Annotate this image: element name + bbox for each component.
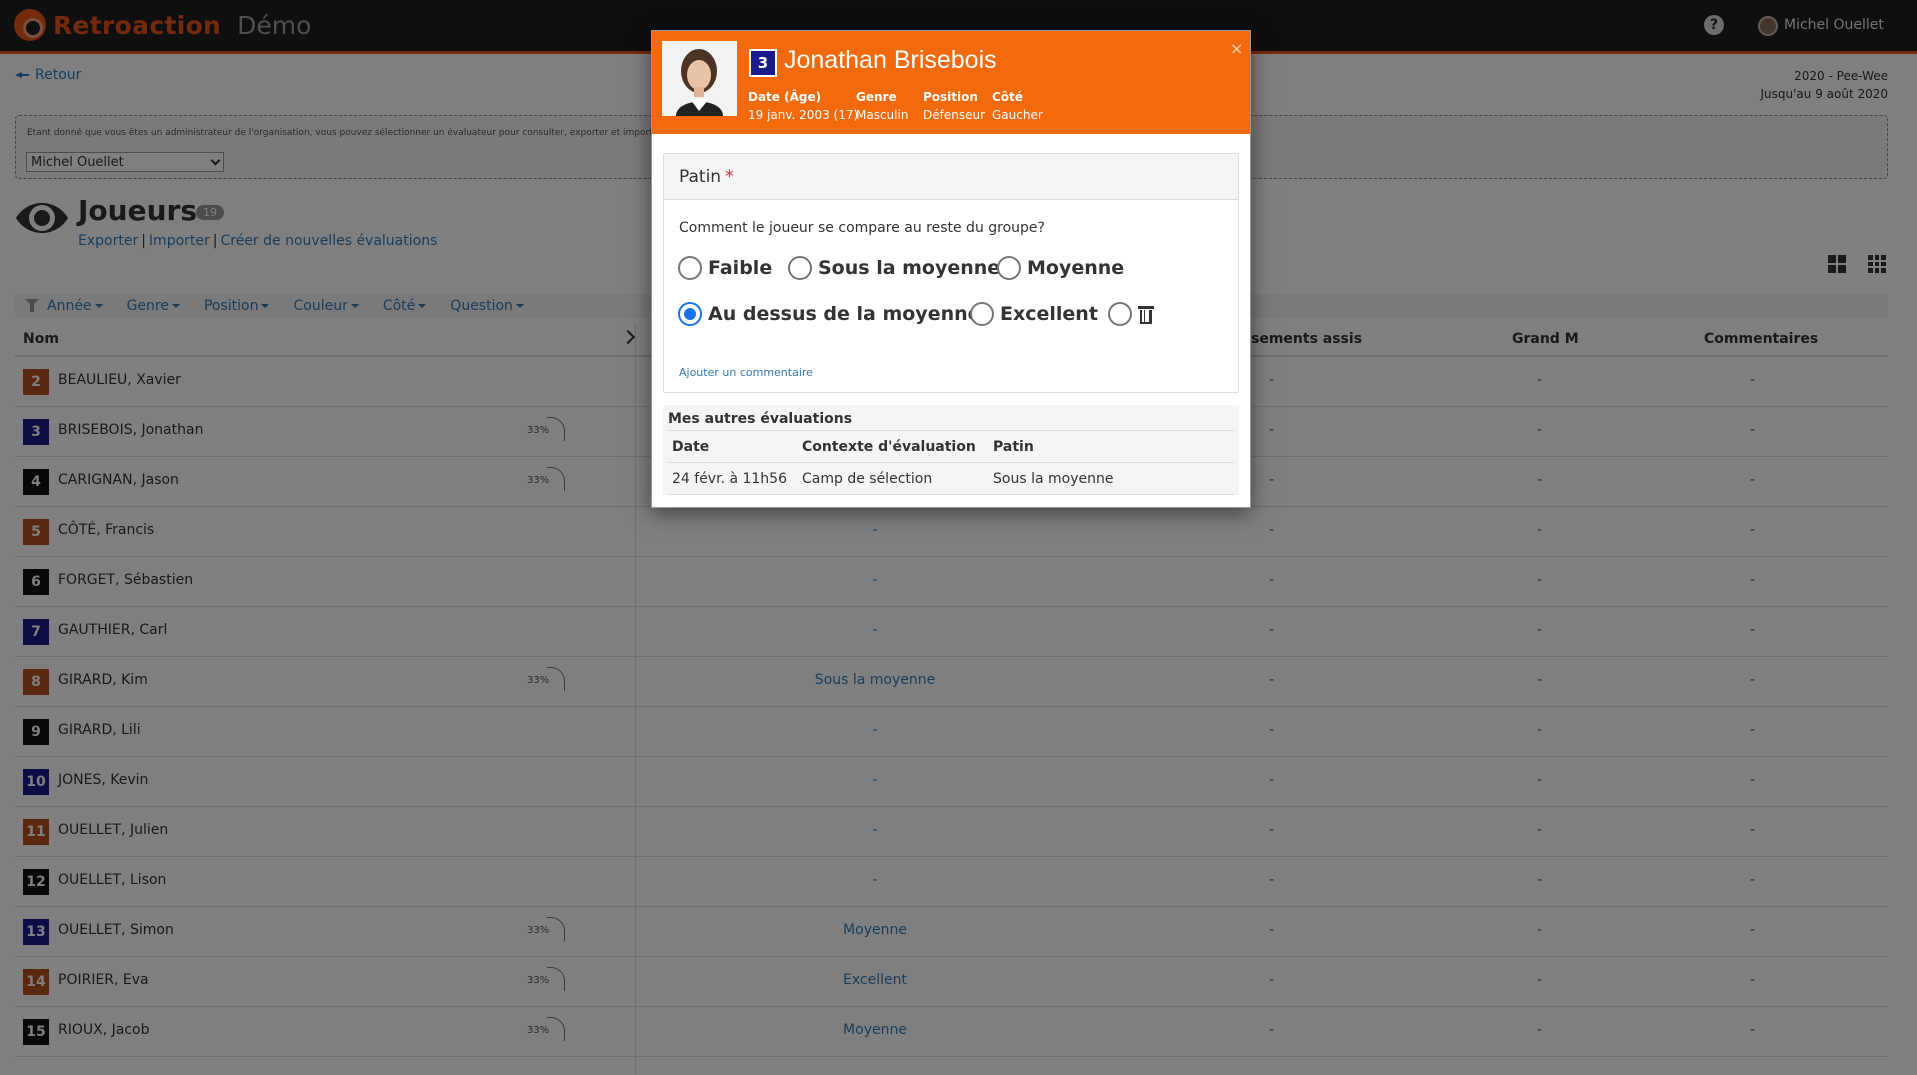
player-evaluation-modal: × 3 Jonathan Brisebois Date (Âge) 19 janv… xyxy=(651,30,1251,508)
option-excellent[interactable]: Excellent xyxy=(970,302,1098,326)
option-moyenne[interactable]: Moyenne xyxy=(997,256,1124,280)
option-au-dessus[interactable]: Au dessus de la moyenne xyxy=(678,302,981,326)
required-mark: * xyxy=(725,167,734,187)
player-photo xyxy=(662,41,737,116)
radio-au-dessus[interactable] xyxy=(678,302,702,326)
table-header-row: Date Contexte d'évaluation Patin xyxy=(668,431,1234,463)
option-faible[interactable]: Faible xyxy=(678,256,772,280)
section-title: Patin * xyxy=(679,167,734,187)
add-comment-link[interactable]: Ajouter un commentaire xyxy=(679,366,813,379)
meta-gender: Genre Masculin xyxy=(856,90,909,122)
other-evaluations-title: Mes autres évaluations xyxy=(668,411,853,427)
player-name: Jonathan Brisebois xyxy=(784,46,997,74)
header-context: Contexte d'évaluation xyxy=(802,439,976,455)
radio-excellent[interactable] xyxy=(970,302,994,326)
trash-icon[interactable] xyxy=(1138,304,1154,324)
question-text: Comment le joueur se compare au reste du… xyxy=(679,220,1045,236)
player-number-badge: 3 xyxy=(749,49,777,77)
meta-position: Position Défenseur xyxy=(923,90,986,122)
radio-faible[interactable] xyxy=(678,256,702,280)
cell-skating: Sous la moyenne xyxy=(993,471,1114,487)
header-date: Date xyxy=(672,439,710,455)
option-sous-la-moyenne[interactable]: Sous la moyenne xyxy=(788,256,1000,280)
other-evaluations: Mes autres évaluations Date Contexte d'é… xyxy=(663,405,1239,495)
radio-clear[interactable] xyxy=(1108,302,1132,326)
meta-side: Côté Gaucher xyxy=(992,90,1043,122)
modal-header: × 3 Jonathan Brisebois Date (Âge) 19 janv… xyxy=(652,31,1250,134)
option-clear[interactable] xyxy=(1108,302,1154,326)
radio-sous-la-moyenne[interactable] xyxy=(788,256,812,280)
header-skating: Patin xyxy=(993,439,1034,455)
radio-moyenne[interactable] xyxy=(997,256,1021,280)
skating-panel-header: Patin * xyxy=(664,154,1238,200)
table-row: 24 févr. à 11h56 Camp de sélection Sous … xyxy=(668,463,1234,495)
meta-birthdate: Date (Âge) 19 janv. 2003 (17) xyxy=(748,90,859,122)
close-icon[interactable]: × xyxy=(1230,39,1243,58)
cell-date: 24 févr. à 11h56 xyxy=(672,471,787,487)
cell-context: Camp de sélection xyxy=(802,471,933,487)
skating-question-panel: Patin * Comment le joueur se compare au r… xyxy=(663,153,1239,393)
other-evaluations-table: Date Contexte d'évaluation Patin 24 févr… xyxy=(668,430,1234,495)
